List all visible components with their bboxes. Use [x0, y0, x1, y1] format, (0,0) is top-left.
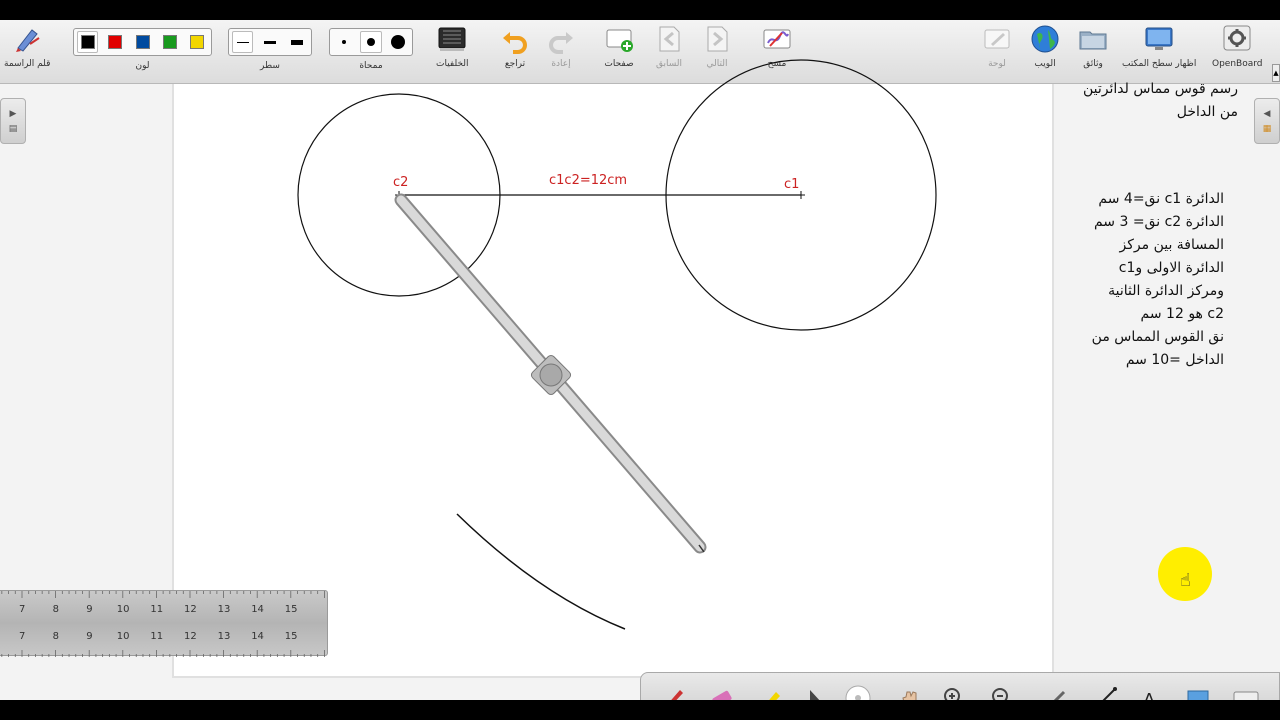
- svg-text:A: A: [1143, 690, 1156, 700]
- ruler-ticks: [1, 591, 325, 657]
- ruler-tool[interactable]: 7 8 9 10 11 12 13 14 15 7 8 9 10 11 12 13 14 15: [0, 590, 328, 657]
- ruler-number: 15: [284, 631, 298, 642]
- tangent-arc: [456, 513, 626, 630]
- ruler-number: 12: [184, 604, 197, 615]
- label-c2: c2: [393, 175, 409, 190]
- hand-cursor-icon: ☝: [1180, 570, 1191, 591]
- text-tool-icon[interactable]: A: [1139, 685, 1165, 700]
- ruler-number: 14: [251, 604, 264, 615]
- note-line: الدائرة الاولى وc1: [1118, 260, 1224, 276]
- capture-icon[interactable]: [1185, 685, 1211, 700]
- pointer-stylus-icon[interactable]: [1045, 685, 1071, 700]
- hand-icon[interactable]: [897, 685, 923, 700]
- center-mark-c1: [797, 191, 805, 199]
- stylus-palette: A: [640, 672, 1280, 700]
- notes-title-line2: من الداخل: [1176, 104, 1238, 120]
- note-line: الدائرة c2 نق= 3 سم: [1093, 214, 1224, 230]
- eraser-icon[interactable]: [709, 685, 735, 700]
- ruler-number: 12: [184, 631, 197, 642]
- ruler-number: 11: [150, 604, 164, 615]
- laser-pointer-icon[interactable]: [845, 685, 871, 700]
- ruler-number: 15: [284, 604, 298, 615]
- notes-title-line1: رسم قوس مماس لدائرتين: [1082, 81, 1238, 97]
- note-line: ومركز الدائرة الثانية: [1108, 283, 1224, 299]
- note-line: نق القوس المماس من: [1091, 329, 1224, 345]
- label-c1: c1: [784, 177, 800, 192]
- notes-title: رسم قوس مماس لدائرتين من الداخل: [1060, 78, 1238, 124]
- note-line: الداخل =10 سم: [1125, 352, 1224, 368]
- pen-tool-icon[interactable]: [661, 685, 687, 700]
- ruler-number: 7: [19, 604, 26, 615]
- zoom-in-icon[interactable]: [941, 685, 967, 700]
- ruler-number: 9: [86, 631, 93, 642]
- zoom-out-icon[interactable]: [989, 685, 1015, 700]
- ruler-number: 7: [19, 631, 26, 642]
- ruler-number: 13: [217, 631, 231, 642]
- virtual-keyboard-icon[interactable]: [1233, 685, 1259, 700]
- ruler-number: 10: [116, 631, 130, 642]
- ruler-number: 11: [150, 631, 164, 642]
- note-line: الدائرة c1 نق=4 سم: [1098, 191, 1224, 207]
- highlighter-icon[interactable]: [759, 685, 785, 700]
- line-tool-icon[interactable]: [1093, 685, 1119, 700]
- note-line: المسافة بين مركز: [1119, 237, 1225, 253]
- ruler-number: 13: [217, 604, 231, 615]
- ruler-number: 8: [52, 631, 59, 642]
- label-distance: c1c2=12cm: [549, 173, 628, 188]
- ruler-number: 14: [251, 631, 264, 642]
- openboard-window: قلم الراسمة لون سطر ممحاة الخلفيات تراجع…: [0, 20, 1280, 700]
- selector-icon[interactable]: [803, 685, 829, 700]
- note-line: c2 هو 12 سم: [1140, 306, 1224, 322]
- notes-body: الدائرة c1 نق=4 سم الدائرة c2 نق= 3 سم ا…: [1060, 188, 1224, 372]
- ruler-number: 9: [86, 604, 93, 615]
- compass-tool[interactable]: [394, 193, 707, 554]
- ruler-number: 8: [52, 604, 59, 615]
- ruler-number: 10: [116, 604, 130, 615]
